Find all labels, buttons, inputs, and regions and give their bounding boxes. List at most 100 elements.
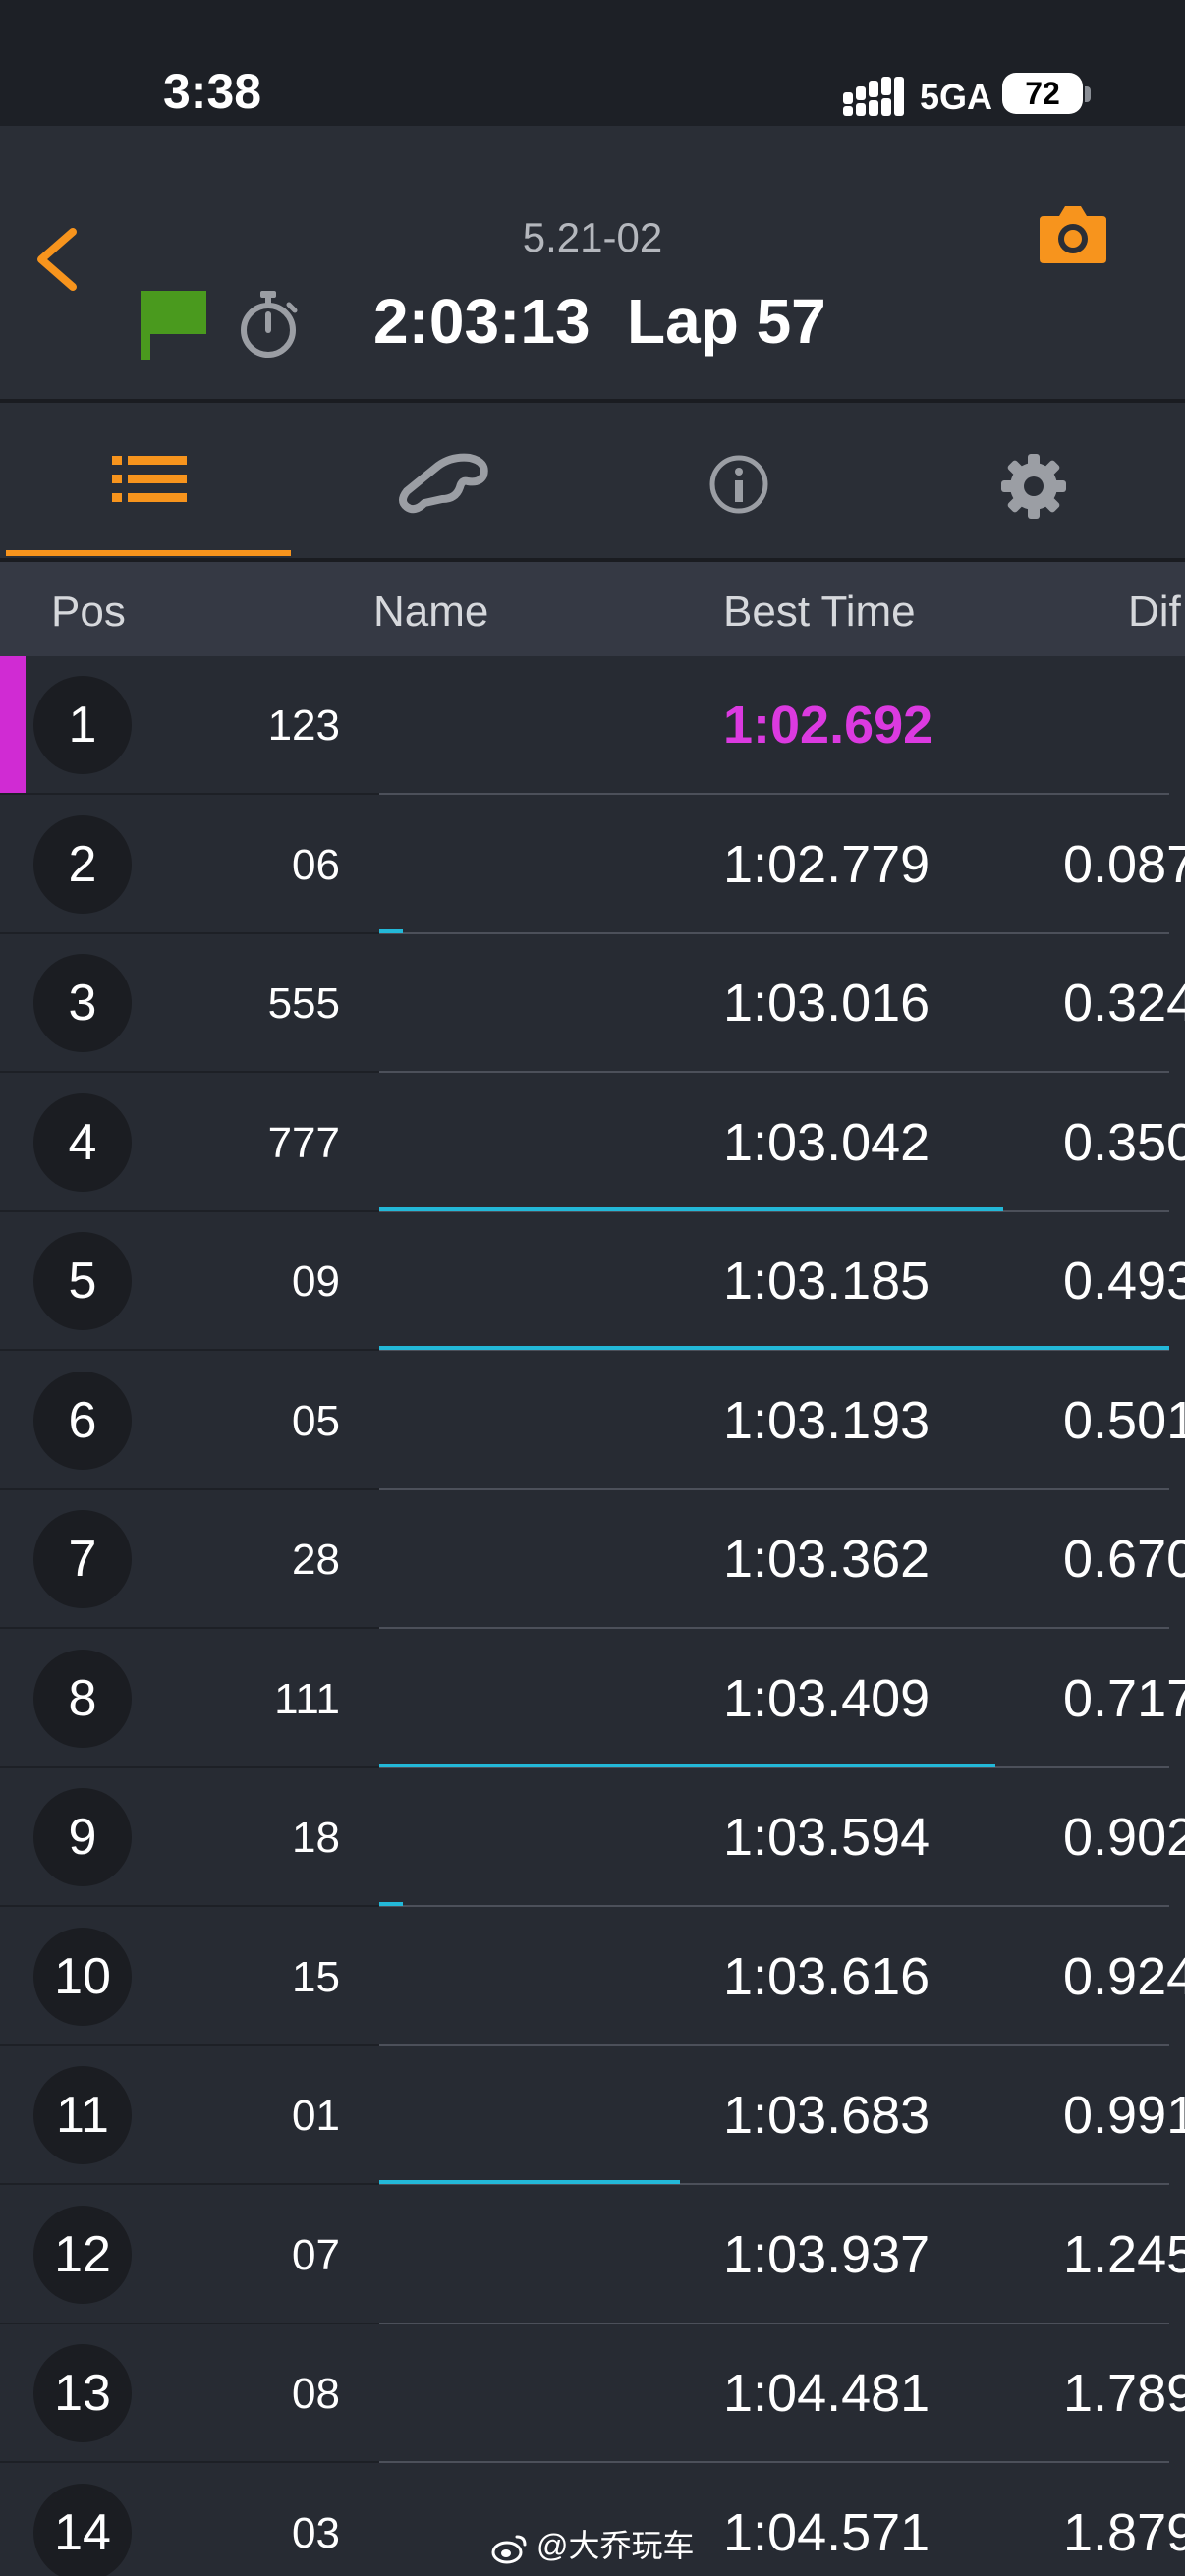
row-divider-left xyxy=(0,793,379,795)
table-row[interactable]: 7 28 1:03.362 0.670 xyxy=(0,1490,1185,1629)
gap-to-leader: 1.789 xyxy=(1063,2364,1185,2423)
best-lap-time: 1:03.042 xyxy=(723,1113,931,1172)
position-badge: 14 xyxy=(33,2484,132,2576)
gap-to-leader: 0.991 xyxy=(1063,2086,1185,2145)
position-badge: 11 xyxy=(33,2066,132,2164)
table-row[interactable]: 4 777 1:03.042 0.350 xyxy=(0,1074,1185,1212)
table-row[interactable]: 8 111 1:03.409 0.717 xyxy=(0,1630,1185,1768)
info-icon xyxy=(709,455,768,514)
gap-to-leader: 1.245 xyxy=(1063,2225,1185,2284)
row-divider xyxy=(379,1905,1169,1907)
table-row[interactable]: 11 01 1:03.683 0.991 xyxy=(0,2046,1185,2185)
results-list[interactable]: 1 123 1:02.692 2 06 1:02.779 0.087 3 555 1:03.016… xyxy=(0,656,1185,2576)
active-tab-indicator xyxy=(6,550,291,556)
gap-to-leader: 1.879 xyxy=(1063,2503,1185,2562)
best-lap-time: 1:04.571 xyxy=(723,2503,931,2562)
tab-settings[interactable] xyxy=(888,403,1179,558)
gap-to-leader: 0.501 xyxy=(1063,1391,1185,1450)
gap-to-leader: 0.924 xyxy=(1063,1947,1185,2006)
table-row[interactable]: 6 05 1:03.193 0.501 xyxy=(0,1352,1185,1490)
gap-to-leader: 0.087 xyxy=(1063,835,1185,894)
best-lap-time: 1:03.016 xyxy=(723,974,931,1033)
elapsed-time: 2:03:13 xyxy=(373,286,591,357)
gap-progress-bar xyxy=(379,929,403,933)
position-badge: 13 xyxy=(33,2344,132,2442)
gap-progress-bar xyxy=(379,1764,995,1767)
row-divider xyxy=(379,1071,1169,1073)
best-lap-time: 1:03.616 xyxy=(723,1947,931,2006)
tab-info[interactable] xyxy=(593,403,884,558)
gap-to-leader: 0.670 xyxy=(1063,1530,1185,1589)
status-time: 3:38 xyxy=(163,64,262,119)
car-number: 09 xyxy=(292,1258,340,1306)
car-number: 555 xyxy=(267,980,340,1028)
battery-level: 72 xyxy=(1025,76,1060,111)
table-row[interactable]: 10 15 1:03.616 0.924 xyxy=(0,1908,1185,2046)
tab-list[interactable] xyxy=(4,403,295,558)
table-row[interactable]: 1 123 1:02.692 xyxy=(0,656,1185,795)
tab-bar xyxy=(0,403,1185,562)
best-lap-time: 1:03.193 xyxy=(723,1391,931,1450)
table-row[interactable]: 9 18 1:03.594 0.902 xyxy=(0,1768,1185,1907)
gear-icon xyxy=(1001,454,1066,519)
car-number: 07 xyxy=(292,2231,340,2279)
weibo-icon xyxy=(491,2535,527,2564)
watermark-text: @大乔玩车 xyxy=(536,2528,695,2563)
car-number: 06 xyxy=(292,841,340,889)
network-type: 5GA xyxy=(920,77,993,117)
lap-counter: Lap 57 xyxy=(627,286,826,357)
row-divider-left xyxy=(0,1905,379,1907)
column-header: Pos Name Best Time Dif xyxy=(0,562,1185,658)
signal-icon xyxy=(843,77,904,116)
session-name: 5.21-02 xyxy=(522,214,663,260)
row-divider xyxy=(379,2461,1169,2463)
best-lap-time: 1:03.594 xyxy=(723,1808,931,1867)
gap-progress-bar xyxy=(379,1207,1003,1211)
column-diff[interactable]: Dif xyxy=(1128,588,1181,637)
column-name[interactable]: Name xyxy=(373,588,488,637)
car-number: 28 xyxy=(292,1536,340,1584)
camera-icon[interactable] xyxy=(1038,202,1108,265)
row-divider xyxy=(379,1627,1169,1629)
gap-to-leader: 0.350 xyxy=(1063,1113,1185,1172)
best-lap-time: 1:03.362 xyxy=(723,1530,931,1589)
table-row[interactable]: 12 07 1:03.937 1.245 xyxy=(0,2186,1185,2324)
gap-to-leader: 0.902 xyxy=(1063,1808,1185,1867)
position-badge: 6 xyxy=(33,1372,132,1470)
status-bar: 3:38 5GA 72 xyxy=(0,0,1185,126)
car-number: 111 xyxy=(274,1675,340,1723)
position-badge: 3 xyxy=(33,954,132,1052)
position-badge: 2 xyxy=(33,815,132,914)
tab-track[interactable] xyxy=(299,403,590,558)
position-badge: 4 xyxy=(33,1093,132,1192)
car-number: 15 xyxy=(292,1953,340,2001)
row-divider-left xyxy=(0,2461,379,2463)
best-lap-time: 1:03.409 xyxy=(723,1669,931,1728)
gap-to-leader: 0.324 xyxy=(1063,974,1185,1033)
gap-progress-bar xyxy=(379,1902,403,1906)
position-badge: 10 xyxy=(33,1928,132,2026)
table-row[interactable]: 5 09 1:03.185 0.493 xyxy=(0,1212,1185,1351)
gap-progress-bar xyxy=(379,1346,1169,1350)
position-badge: 12 xyxy=(33,2206,132,2304)
session-header: 5.21-02 2:03:13 Lap 57 xyxy=(0,126,1185,403)
car-number: 08 xyxy=(292,2370,340,2418)
best-lap-time: 1:02.779 xyxy=(723,835,931,894)
list-icon xyxy=(112,456,187,502)
track-map-icon xyxy=(399,453,488,514)
car-number: 123 xyxy=(267,701,340,750)
table-row[interactable]: 13 08 1:04.481 1.789 xyxy=(0,2324,1185,2463)
table-row[interactable]: 3 555 1:03.016 0.324 xyxy=(0,934,1185,1073)
column-pos[interactable]: Pos xyxy=(51,588,126,637)
column-best-time[interactable]: Best Time xyxy=(723,588,916,637)
best-lap-time: 1:03.937 xyxy=(723,2225,931,2284)
position-badge: 9 xyxy=(33,1788,132,1886)
gap-to-leader: 0.717 xyxy=(1063,1669,1185,1728)
fastest-lap-marker xyxy=(0,656,26,793)
car-number: 01 xyxy=(292,2092,340,2140)
car-number: 03 xyxy=(292,2509,340,2557)
position-badge: 1 xyxy=(33,676,132,774)
gap-to-leader: 0.493 xyxy=(1063,1252,1185,1311)
table-row[interactable]: 2 06 1:02.779 0.087 xyxy=(0,796,1185,934)
car-number: 18 xyxy=(292,1814,340,1862)
